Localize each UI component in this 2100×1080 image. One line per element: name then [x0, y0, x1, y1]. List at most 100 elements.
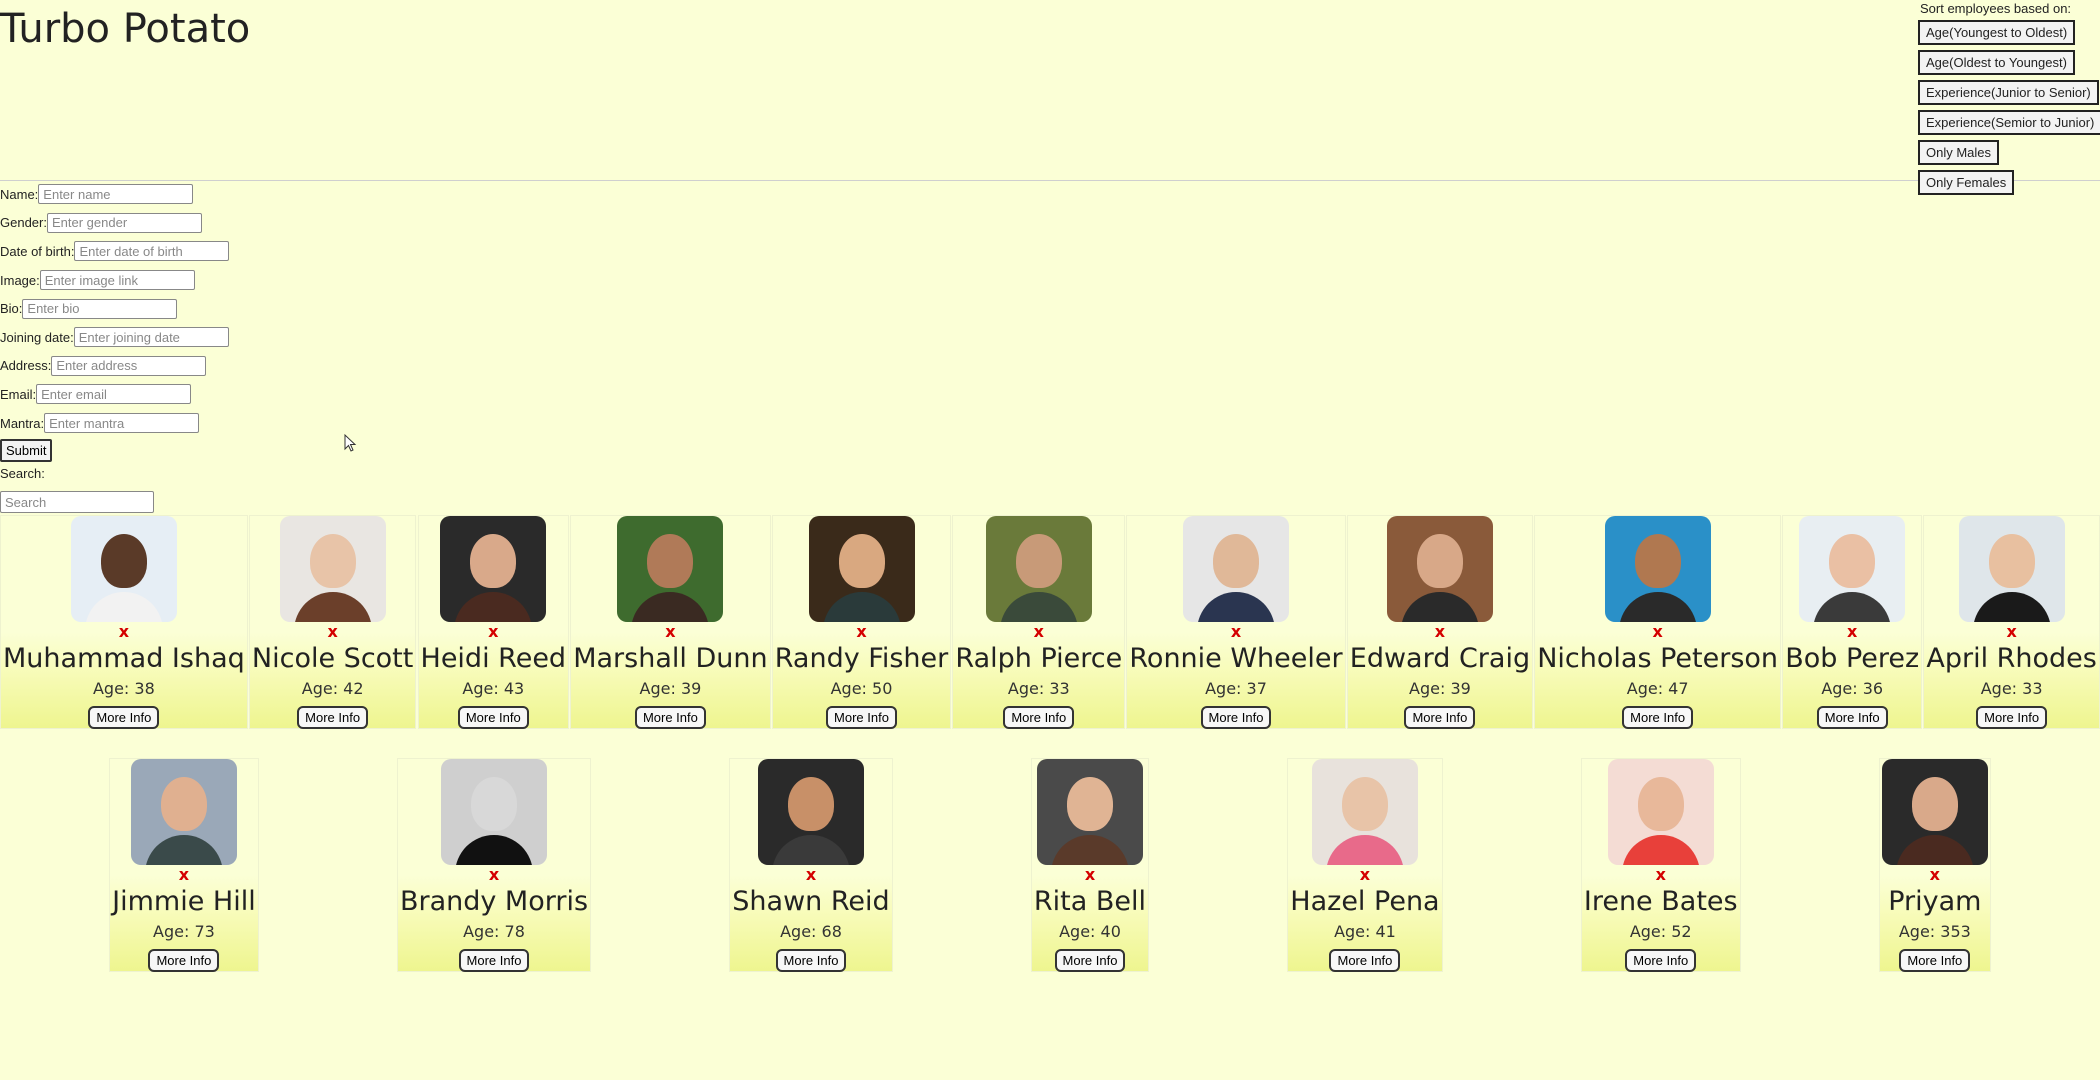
- remove-employee-button[interactable]: x: [488, 622, 498, 642]
- dob-input[interactable]: [74, 241, 230, 262]
- mantra-label: Mantra:: [0, 415, 45, 431]
- more-info-button[interactable]: More Info: [1054, 949, 1126, 972]
- employee-card: x Hazel Pena Age: 41 More Info: [1287, 758, 1443, 972]
- form-row-dob: Date of birth:: [0, 237, 260, 266]
- remove-employee-button[interactable]: x: [119, 622, 129, 642]
- address-input[interactable]: [51, 355, 207, 376]
- employee-age: Age: 42: [302, 678, 364, 700]
- form-row-mantra: Mantra:: [0, 409, 260, 438]
- search-input[interactable]: [0, 491, 154, 514]
- employee-name: Marshall Dunn: [573, 643, 768, 674]
- gender-label: Gender:: [0, 215, 47, 231]
- employee-name: Hazel Pena: [1290, 886, 1440, 917]
- age-value: 68: [821, 922, 842, 941]
- age-prefix: Age:: [1334, 922, 1376, 941]
- more-info-button[interactable]: More Info: [826, 706, 897, 729]
- employee-name: Shawn Reid: [732, 886, 890, 917]
- remove-employee-button[interactable]: x: [327, 622, 337, 642]
- employee-photo: [279, 516, 386, 622]
- employee-age: Age: 38: [93, 678, 155, 700]
- employee-photo: [70, 516, 177, 622]
- more-info-button[interactable]: More Info: [88, 706, 160, 729]
- image-input[interactable]: [39, 270, 195, 291]
- joining-date-label: Joining date:: [0, 329, 74, 345]
- remove-employee-button[interactable]: x: [856, 622, 866, 642]
- remove-employee-button[interactable]: x: [2006, 622, 2016, 642]
- more-info-button[interactable]: More Info: [1329, 949, 1401, 972]
- more-info-button[interactable]: More Info: [1976, 706, 2048, 729]
- employee-photo: [1607, 759, 1714, 865]
- age-prefix: Age:: [1629, 922, 1672, 941]
- form-row-image: Image:: [0, 266, 260, 295]
- employee-name: Brandy Morris: [399, 886, 589, 917]
- employee-age: Age: 47: [1627, 678, 1689, 700]
- joining-date-input[interactable]: [73, 327, 229, 348]
- more-info-button[interactable]: More Info: [297, 706, 369, 729]
- form-row-bio: Bio:: [0, 294, 260, 323]
- more-info-button[interactable]: More Info: [457, 706, 529, 729]
- remove-employee-button[interactable]: x: [1085, 865, 1095, 885]
- remove-employee-button[interactable]: x: [1930, 865, 1940, 885]
- employee-photo: [1386, 516, 1493, 622]
- sort-experience-senior-button[interactable]: Experience(Semior to Junior): [1918, 110, 2100, 135]
- remove-employee-button[interactable]: x: [1656, 865, 1666, 885]
- header: Turbo Potato Sort employees based on: Ag…: [0, 0, 2100, 195]
- remove-employee-button[interactable]: x: [179, 865, 189, 885]
- age-prefix: Age:: [92, 679, 135, 698]
- app-title: Turbo Potato: [0, 6, 251, 52]
- age-prefix: Age:: [1059, 922, 1101, 941]
- employee-photo: [617, 516, 724, 622]
- sort-age-youngest-button[interactable]: Age(Youngest to Oldest): [1918, 20, 2076, 45]
- employee-card: x Nicole Scott Age: 42 More Info: [248, 515, 417, 729]
- mouse-cursor-icon: [344, 433, 357, 452]
- remove-employee-button[interactable]: x: [665, 622, 675, 642]
- filter-females-button[interactable]: Only Females: [1918, 170, 2015, 195]
- remove-employee-button[interactable]: x: [1435, 622, 1445, 642]
- employee-name: Edward Craig: [1349, 643, 1531, 674]
- age-prefix: Age:: [462, 679, 504, 698]
- more-info-button[interactable]: More Info: [775, 949, 847, 972]
- more-info-button[interactable]: More Info: [1404, 706, 1476, 729]
- more-info-button[interactable]: More Info: [1003, 706, 1075, 729]
- remove-employee-button[interactable]: x: [1652, 622, 1662, 642]
- email-input[interactable]: [36, 384, 192, 405]
- employee-name: Nicholas Peterson: [1537, 643, 1779, 674]
- more-info-button[interactable]: More Info: [1622, 706, 1694, 729]
- more-info-button[interactable]: More Info: [1200, 706, 1272, 729]
- employee-name: Bob Perez: [1785, 643, 1920, 674]
- employee-name: Jimmie Hill: [112, 886, 256, 917]
- sort-age-oldest-button[interactable]: Age(Oldest to Youngest): [1918, 50, 2075, 75]
- dob-label: Date of birth:: [0, 243, 75, 259]
- age-value: 43: [503, 679, 525, 698]
- more-info-button[interactable]: More Info: [1899, 949, 1971, 972]
- remove-employee-button[interactable]: x: [1231, 622, 1241, 642]
- submit-button[interactable]: Submit: [0, 439, 53, 463]
- age-prefix: Age:: [639, 679, 681, 698]
- email-label: Email:: [0, 386, 37, 402]
- age-value: 353: [1940, 922, 1971, 941]
- remove-employee-button[interactable]: x: [1034, 622, 1044, 642]
- age-prefix: Age:: [1626, 679, 1669, 698]
- remove-employee-button[interactable]: x: [806, 865, 816, 885]
- employee-age: Age: 37: [1205, 678, 1267, 700]
- age-prefix: Age:: [1980, 679, 2023, 698]
- more-info-button[interactable]: More Info: [148, 949, 220, 972]
- age-value: 33: [1049, 679, 1070, 698]
- remove-employee-button[interactable]: x: [489, 865, 499, 885]
- employee-name: Randy Fisher: [774, 643, 949, 674]
- name-input[interactable]: [38, 184, 194, 205]
- employee-card: x Muhammad Ishaq Age: 38 More Info: [0, 515, 248, 729]
- more-info-button[interactable]: More Info: [1816, 706, 1888, 729]
- sort-experience-junior-button[interactable]: Experience(Junior to Senior): [1918, 80, 2099, 105]
- remove-employee-button[interactable]: x: [1360, 865, 1370, 885]
- gender-input[interactable]: [46, 212, 202, 233]
- mantra-input[interactable]: [44, 413, 200, 434]
- remove-employee-button[interactable]: x: [1847, 622, 1857, 642]
- employee-name: Muhammad Ishaq: [3, 643, 245, 674]
- filter-males-button[interactable]: Only Males: [1918, 140, 2000, 165]
- more-info-button[interactable]: More Info: [458, 949, 530, 972]
- more-info-button[interactable]: More Info: [1625, 949, 1697, 972]
- age-prefix: Age:: [153, 922, 195, 941]
- bio-input[interactable]: [22, 298, 178, 319]
- more-info-button[interactable]: More Info: [634, 706, 706, 729]
